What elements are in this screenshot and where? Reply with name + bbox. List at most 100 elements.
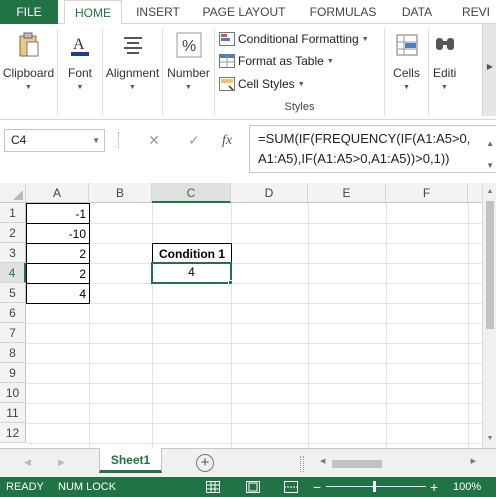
page-break-view-icon[interactable] bbox=[284, 481, 298, 493]
normal-view-icon[interactable] bbox=[206, 481, 220, 493]
add-sheet-button[interactable]: + bbox=[196, 454, 214, 472]
row-header-10[interactable]: 10 bbox=[0, 383, 26, 403]
scrollbar-thumb[interactable] bbox=[332, 460, 382, 468]
chevron-down-icon: ▼ bbox=[297, 80, 305, 88]
chevron-right-icon[interactable]: ▶ bbox=[471, 457, 476, 465]
gridline bbox=[26, 243, 482, 244]
zoom-slider-thumb[interactable] bbox=[373, 481, 376, 492]
chevron-down-icon: ▼ bbox=[361, 35, 369, 43]
column-header-f[interactable]: F bbox=[386, 183, 468, 203]
column-header-g[interactable] bbox=[468, 183, 482, 203]
chevron-left-icon[interactable]: ◀ bbox=[24, 457, 31, 468]
enter-button[interactable]: ✓ bbox=[183, 129, 205, 152]
font-group[interactable]: A Font ▼ bbox=[58, 28, 103, 116]
ribbon: Clipboard ▼ A Font ▼ Alignment ▼ % Numbe… bbox=[0, 24, 496, 120]
status-ready: READY bbox=[6, 481, 44, 493]
cell-c3[interactable]: Condition 1 bbox=[152, 243, 232, 264]
formula-line-1: =SUM(IF(FREQUENCY(IF(A1:A5>0, bbox=[258, 131, 471, 146]
insert-function-button[interactable]: fx bbox=[216, 129, 238, 152]
cell-a3[interactable]: 2 bbox=[26, 243, 90, 264]
column-header-c[interactable]: C bbox=[152, 183, 231, 203]
row-header-2[interactable]: 2 bbox=[0, 223, 26, 243]
cell-a1[interactable]: -1 bbox=[26, 203, 90, 224]
column-header-d[interactable]: D bbox=[231, 183, 308, 203]
clipboard-group[interactable]: Clipboard ▼ bbox=[0, 28, 58, 116]
gridline bbox=[26, 283, 482, 284]
format-as-table-label: Format as Table bbox=[238, 54, 324, 68]
chevron-up-icon[interactable]: ▲ bbox=[483, 185, 496, 199]
column-header-e[interactable]: E bbox=[308, 183, 386, 203]
number-group[interactable]: % Number ▼ bbox=[163, 28, 215, 116]
tab-insert[interactable]: INSERT bbox=[128, 0, 188, 24]
row-header-4[interactable]: 4 bbox=[0, 263, 26, 283]
fill-handle[interactable] bbox=[228, 280, 233, 285]
chevron-up-icon[interactable]: ▲ bbox=[486, 134, 494, 154]
formula-input[interactable]: =SUM(IF(FREQUENCY(IF(A1:A5>0, A1:A5),IF(… bbox=[249, 125, 496, 173]
name-box[interactable]: C4 ▼ bbox=[4, 129, 105, 152]
format-as-table-button[interactable]: Format as Table ▼ bbox=[219, 51, 334, 71]
gridline bbox=[308, 203, 309, 448]
chevron-right-icon[interactable]: ▶ bbox=[58, 457, 65, 468]
chevron-down-icon[interactable]: ▼ bbox=[483, 432, 496, 446]
horizontal-scrollbar[interactable]: ◀ ▶ bbox=[318, 457, 478, 471]
row-header-7[interactable]: 7 bbox=[0, 323, 26, 343]
row-header-11[interactable]: 11 bbox=[0, 403, 26, 423]
editing-group[interactable]: Editi ▼ bbox=[429, 28, 460, 116]
row-header-5[interactable]: 5 bbox=[0, 283, 26, 303]
zoom-out-button[interactable]: − bbox=[313, 477, 321, 497]
ribbon-scroll-right-button[interactable]: ▶ bbox=[482, 24, 496, 116]
sheet-tab-sheet1[interactable]: Sheet1 bbox=[99, 448, 162, 473]
column-header-a[interactable]: A bbox=[26, 183, 89, 203]
chevron-right-icon: ▶ bbox=[486, 62, 494, 71]
cancel-button[interactable]: ✕ bbox=[143, 129, 165, 152]
cell-a5[interactable]: 4 bbox=[26, 283, 90, 304]
zoom-in-button[interactable]: + bbox=[430, 477, 438, 497]
cell-a4[interactable]: 2 bbox=[26, 263, 90, 284]
conditional-formatting-button[interactable]: Conditional Formatting ▼ bbox=[219, 29, 369, 49]
gridline bbox=[26, 323, 482, 324]
tab-review[interactable]: REVI bbox=[452, 0, 496, 24]
row-header-1[interactable]: 1 bbox=[0, 203, 26, 223]
font-label: Font bbox=[67, 66, 92, 80]
splitter-handle[interactable] bbox=[300, 456, 304, 472]
row-header-3[interactable]: 3 bbox=[0, 243, 26, 263]
tab-home[interactable]: HOME bbox=[64, 0, 122, 25]
zoom-level[interactable]: 100% bbox=[453, 477, 481, 497]
find-icon bbox=[435, 38, 454, 50]
row-header-12[interactable]: 12 bbox=[0, 423, 26, 443]
chevron-down-icon: ▼ bbox=[25, 84, 32, 91]
percent-icon: % bbox=[176, 32, 201, 58]
cell-styles-button[interactable]: Cell Styles ▼ bbox=[219, 74, 305, 94]
alignment-group[interactable]: Alignment ▼ bbox=[103, 28, 163, 116]
gridline bbox=[26, 443, 482, 444]
chevron-left-icon[interactable]: ◀ bbox=[320, 457, 325, 465]
gridline bbox=[26, 383, 482, 384]
vertical-scrollbar[interactable]: ▲ ▼ bbox=[482, 183, 496, 448]
status-bar: READY NUM LOCK − + 100% bbox=[0, 477, 496, 497]
gridline bbox=[386, 203, 387, 448]
column-header-b[interactable]: B bbox=[89, 183, 152, 203]
scrollbar-thumb[interactable] bbox=[486, 201, 494, 329]
page-layout-view-icon[interactable] bbox=[246, 481, 260, 493]
select-all-icon bbox=[13, 190, 23, 200]
cell-c4[interactable]: 4 bbox=[151, 262, 232, 284]
chevron-down-icon[interactable]: ▼ bbox=[486, 156, 494, 176]
gridline bbox=[26, 363, 482, 364]
gridline bbox=[26, 263, 482, 264]
tab-data[interactable]: DATA bbox=[392, 0, 442, 24]
select-all-corner[interactable] bbox=[0, 183, 26, 203]
row-header-9[interactable]: 9 bbox=[0, 363, 26, 383]
zoom-slider[interactable] bbox=[326, 486, 426, 487]
name-box-value: C4 bbox=[11, 133, 27, 147]
tab-file[interactable]: FILE bbox=[0, 0, 58, 24]
tab-page-layout[interactable]: PAGE LAYOUT bbox=[196, 0, 292, 24]
cells-group[interactable]: Cells ▼ bbox=[385, 28, 429, 116]
divider bbox=[118, 132, 120, 148]
svg-text:%: % bbox=[182, 38, 196, 55]
tab-formulas[interactable]: FORMULAS bbox=[302, 0, 384, 24]
row-header-6[interactable]: 6 bbox=[0, 303, 26, 323]
cell-a2[interactable]: -10 bbox=[26, 223, 90, 244]
alignment-label: Alignment bbox=[105, 66, 160, 80]
row-header-8[interactable]: 8 bbox=[0, 343, 26, 363]
spreadsheet-grid[interactable]: A B C D E F 1 2 3 4 5 6 7 8 9 10 11 12 -… bbox=[0, 183, 482, 448]
